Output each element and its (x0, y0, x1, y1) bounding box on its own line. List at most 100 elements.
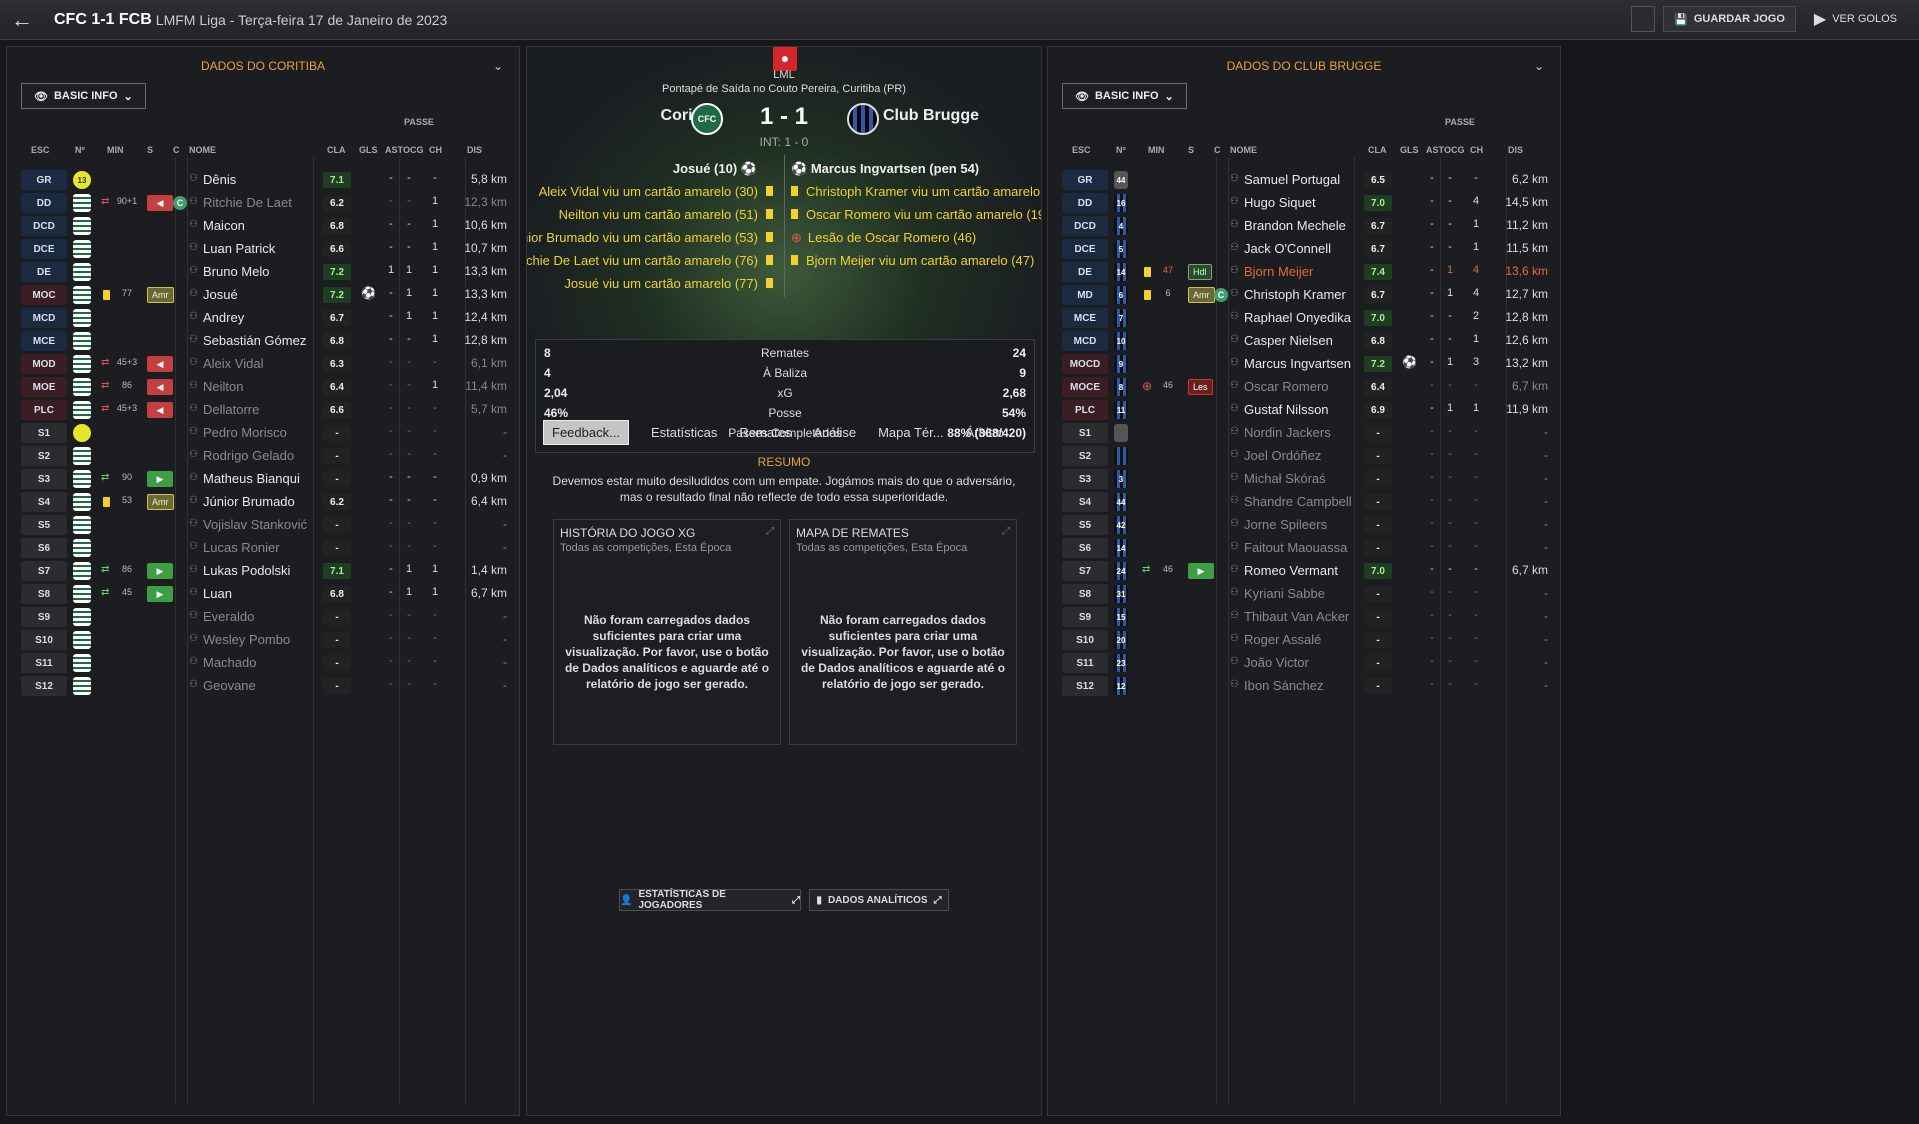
column-header[interactable]: OCG (403, 145, 424, 155)
player-name[interactable]: Luan Patrick (203, 241, 275, 256)
back-arrow-icon[interactable]: ← (0, 0, 44, 40)
column-header[interactable]: DIS (1508, 145, 1523, 155)
player-name[interactable]: Brandon Mechele (1244, 218, 1346, 233)
player-name[interactable]: Dênis (203, 172, 236, 187)
column-header[interactable]: DIS (467, 145, 482, 155)
column-header[interactable]: GLS (359, 145, 378, 155)
player-name[interactable]: Wesley Pombo (203, 632, 290, 647)
basic-info-dropdown[interactable]: 👁 BASIC INFO ⌄ (21, 83, 146, 109)
player-name[interactable]: Bjorn Meijer (1244, 264, 1313, 279)
column-header[interactable]: AST (1426, 145, 1444, 155)
shirt-icon: 16 (1114, 194, 1128, 212)
column-header[interactable]: CLA (327, 145, 346, 155)
player-name[interactable]: Aleix Vidal (203, 356, 263, 371)
player-name[interactable]: Roger Assalé (1244, 632, 1321, 647)
tab-3[interactable]: Análise (813, 425, 856, 440)
player-name[interactable]: Andrey (203, 310, 244, 325)
player-name[interactable]: Jack O'Connell (1244, 241, 1331, 256)
player-name[interactable]: Rodrigo Gelado (203, 448, 294, 463)
player-name[interactable]: Nordin Jackers (1244, 425, 1331, 440)
player-name[interactable]: Dellatorre (203, 402, 259, 417)
player-name[interactable]: Machado (203, 655, 256, 670)
player-name[interactable]: Kyriani Sabbe (1244, 586, 1325, 601)
player-name[interactable]: Júnior Brumado (203, 494, 295, 509)
player-name[interactable]: Romeo Vermant (1244, 563, 1338, 578)
player-name[interactable]: Vojislav Stanković (203, 517, 307, 532)
basic-info-dropdown[interactable]: 👁 BASIC INFO ⌄ (1062, 83, 1187, 109)
tab-1[interactable]: Estatísticas (651, 425, 717, 440)
player-name[interactable]: Ritchie De Laet (203, 195, 292, 210)
player-name[interactable]: Ibon Sánchez (1244, 678, 1324, 693)
tab-4[interactable]: Mapa Tér... (878, 425, 944, 440)
column-header[interactable]: Nº (1116, 145, 1126, 155)
tab-0[interactable]: Feedback... (543, 419, 629, 445)
chevron-down-icon[interactable]: ⌄ (1534, 59, 1544, 73)
rating-badge: 6.7 (323, 310, 351, 326)
rating-badge: - (1364, 494, 1392, 510)
player-name[interactable]: Neilton (203, 379, 243, 394)
player-name[interactable]: Thibaut Van Acker (1244, 609, 1349, 624)
tab-2[interactable]: Remates (739, 425, 791, 440)
column-header[interactable]: CH (1470, 145, 1483, 155)
player-name[interactable]: Raphael Onyedika (1244, 310, 1351, 325)
analytics-button[interactable]: ▮ DADOS ANALÍTICOS ⤢ (809, 889, 949, 911)
column-header[interactable]: CLA (1368, 145, 1387, 155)
player-name[interactable]: Sebastián Gómez (203, 333, 306, 348)
player-name[interactable]: Luan (203, 586, 232, 601)
player-row[interactable]: S12 12 ⚇ Ibon Sánchez - - - - - (1048, 673, 1560, 699)
player-row[interactable]: S12 ⚇ Geovane - - - - - (7, 673, 519, 699)
distance-value: 6,4 km (470, 494, 507, 508)
tab-5[interactable]: Árbitro (966, 425, 1004, 440)
player-name[interactable]: Shandre Campbell (1244, 494, 1352, 509)
player-name[interactable]: Bruno Melo (203, 264, 269, 279)
player-stats-button[interactable]: 👤 ESTATÍSTICAS DE JOGADORES ⤢ (619, 889, 801, 911)
player-name[interactable]: Matheus Bianqui (203, 471, 300, 486)
player-name[interactable]: Gustaf Nilsson (1244, 402, 1329, 417)
ast-value: - (389, 471, 393, 483)
player-name[interactable]: Faitout Maouassa (1244, 540, 1347, 555)
column-header[interactable]: Nº (75, 145, 85, 155)
column-header[interactable]: S (1188, 145, 1194, 155)
column-header[interactable]: GLS (1400, 145, 1419, 155)
ball-icon: ⚽ (361, 286, 376, 300)
person-icon: ⚇ (1230, 196, 1239, 207)
column-header[interactable]: CH (429, 145, 442, 155)
player-name[interactable]: João Victor (1244, 655, 1309, 670)
player-name[interactable]: Everaldo (203, 609, 254, 624)
yellow-card-icon (766, 209, 773, 219)
player-name[interactable]: Hugo Siquet (1244, 195, 1316, 210)
player-name[interactable]: Pedro Morisco (203, 425, 287, 440)
player-name[interactable]: Jorne Spileers (1244, 517, 1327, 532)
column-header[interactable]: ESC (31, 145, 50, 155)
column-header[interactable]: MIN (1148, 145, 1165, 155)
player-name[interactable]: Josué (203, 287, 238, 302)
column-header[interactable]: NOME (189, 145, 216, 155)
expand-icon[interactable]: ⤢ (766, 526, 774, 537)
chevron-down-icon[interactable]: ⌄ (493, 59, 503, 73)
column-header[interactable]: NOME (1230, 145, 1257, 155)
column-header[interactable]: MIN (107, 145, 124, 155)
column-header[interactable]: C (1214, 145, 1221, 155)
column-header[interactable]: AST (385, 145, 403, 155)
column-header[interactable]: C (173, 145, 180, 155)
save-game-button[interactable]: 💾 GUARDAR JOGO (1663, 6, 1796, 32)
player-name[interactable]: Marcus Ingvartsen (1244, 356, 1351, 371)
column-header[interactable]: ESC (1072, 145, 1091, 155)
view-goals-button[interactable]: ▶ VER GOLOS (1804, 6, 1907, 32)
player-name[interactable]: Joel Ordóñez (1244, 448, 1321, 463)
column-header[interactable]: S (147, 145, 153, 155)
player-name[interactable]: Geovane (203, 678, 256, 693)
minute-text: 90 (121, 472, 132, 482)
expand-icon[interactable]: ⤢ (1002, 526, 1010, 537)
player-name[interactable]: Maicon (203, 218, 245, 233)
checkbox-button[interactable] (1631, 6, 1656, 32)
player-name[interactable]: Oscar Romero (1244, 379, 1329, 394)
position-badge: DD (1062, 193, 1108, 213)
player-name[interactable]: Michał Skóraś (1244, 471, 1326, 486)
column-header[interactable]: OCG (1444, 145, 1465, 155)
player-name[interactable]: Samuel Portugal (1244, 172, 1340, 187)
player-name[interactable]: Lukas Podolski (203, 563, 290, 578)
player-name[interactable]: Lucas Ronier (203, 540, 280, 555)
player-name[interactable]: Casper Nielsen (1244, 333, 1333, 348)
player-name[interactable]: Christoph Kramer (1244, 287, 1346, 302)
